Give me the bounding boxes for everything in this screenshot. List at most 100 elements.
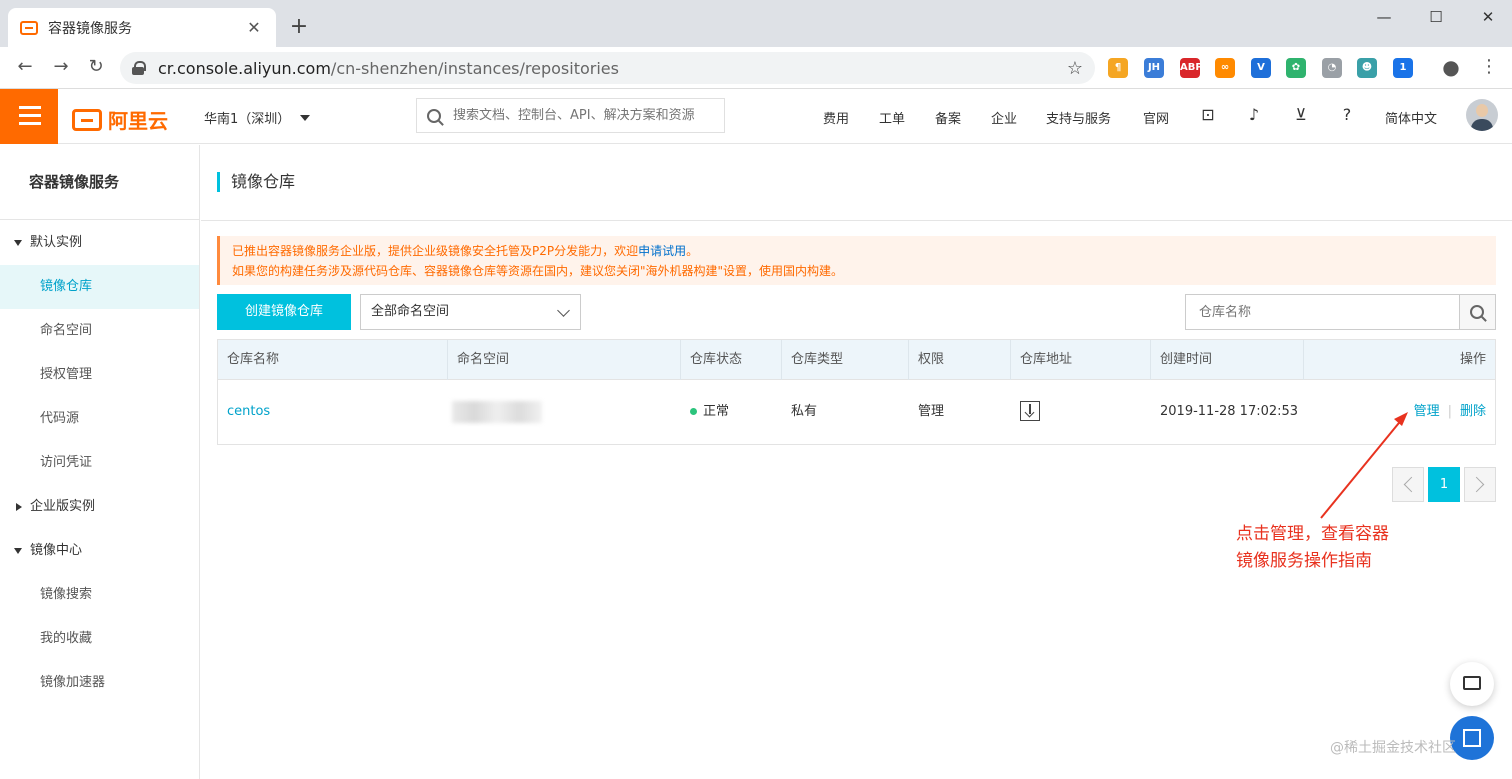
avatar[interactable]: [1466, 99, 1498, 131]
column-header-name: 仓库名称: [218, 340, 448, 380]
back-arrow-icon[interactable]: ←: [14, 56, 36, 78]
nav-link-enterprise[interactable]: 企业: [991, 108, 1017, 127]
apply-trial-link[interactable]: 申请试用: [638, 244, 686, 258]
status-cell: 正常: [681, 380, 729, 444]
sidebar-item-access-credential[interactable]: 访问凭证: [0, 441, 199, 485]
infinity-extension-icon[interactable]: ∞: [1215, 58, 1235, 78]
chevron-down-icon: [557, 304, 570, 317]
sidebar-group-default-instance[interactable]: 默认实例: [0, 221, 199, 265]
sidebar-item-authorization[interactable]: 授权管理: [0, 353, 199, 397]
page-number-current[interactable]: 1: [1428, 467, 1460, 502]
repository-search-input[interactable]: [1185, 294, 1460, 330]
hamburger-menu-icon[interactable]: [0, 89, 58, 144]
browser-toolbar: ← → ↻ cr.console.aliyun.com/cn-shenzhen/…: [0, 47, 1512, 89]
repository-name-link[interactable]: centos: [218, 380, 270, 444]
browser-menu-icon[interactable]: ⋮: [1478, 56, 1500, 78]
aliyun-favicon-icon: [20, 20, 38, 35]
cart-icon[interactable]: ⊻: [1291, 105, 1311, 125]
sidebar-item-repositories[interactable]: 镜像仓库: [0, 265, 199, 309]
paragraph-extension-icon[interactable]: ¶: [1108, 58, 1128, 78]
download-icon[interactable]: [1020, 401, 1040, 421]
nav-link-icp[interactable]: 备案: [935, 108, 961, 127]
search-icon: [1470, 305, 1484, 319]
repository-table: 仓库名称 命名空间 仓库状态 仓库类型 权限 仓库地址 创建时间 操作 cent…: [217, 339, 1496, 445]
sidebar: 容器镜像服务 默认实例 镜像仓库 命名空间 授权管理 代码源 访问凭证 企业版实…: [0, 145, 200, 779]
page-header: 镜像仓库: [201, 145, 1512, 221]
v-extension-icon[interactable]: V: [1251, 58, 1271, 78]
annotation-text: 点击管理，查看容器 镜像服务操作指南: [1236, 524, 1389, 571]
bell-icon[interactable]: ♪: [1244, 105, 1264, 125]
delete-link[interactable]: 删除: [1460, 404, 1486, 419]
sidebar-group-enterprise-instance[interactable]: 企业版实例: [0, 485, 199, 529]
column-header-permission: 权限: [909, 340, 1011, 380]
column-header-status: 仓库状态: [681, 340, 782, 380]
new-tab-button[interactable]: +: [289, 14, 309, 40]
tab-title: 容器镜像服务: [48, 20, 132, 37]
prev-page-button[interactable]: [1392, 467, 1424, 502]
close-window-button[interactable]: ✕: [1473, 8, 1503, 26]
status-dot-icon: [690, 408, 697, 415]
sidebar-item-namespaces[interactable]: 命名空间: [0, 309, 199, 353]
created-time-cell: 2019-11-28 17:02:53: [1160, 404, 1299, 419]
namespace-select[interactable]: 全部命名空间: [360, 294, 581, 330]
sidebar-item-accelerator[interactable]: 镜像加速器: [0, 661, 199, 705]
green-extension-icon[interactable]: ✿: [1286, 58, 1306, 78]
feedback-chat-button[interactable]: [1450, 662, 1494, 706]
lock-icon: [132, 61, 146, 75]
table-header: 仓库名称 命名空间 仓库状态 仓库类型 权限 仓库地址 创建时间 操作: [218, 340, 1495, 380]
column-header-address: 仓库地址: [1011, 340, 1151, 380]
namespace-redacted: [452, 401, 542, 423]
repository-search-button[interactable]: [1460, 294, 1496, 330]
address-bar[interactable]: cr.console.aliyun.com/cn-shenzhen/instan…: [120, 52, 1095, 84]
column-header-type: 仓库类型: [782, 340, 909, 380]
notice-line-2: 如果您的构建任务涉及源代码仓库、容器镜像仓库等资源在国内，建议您关闭"海外机器构…: [232, 264, 844, 278]
terminal-icon[interactable]: ⊡: [1198, 105, 1218, 125]
bookmark-star-icon[interactable]: ☆: [1067, 58, 1083, 79]
next-page-button[interactable]: [1464, 467, 1496, 502]
owl-extension-icon[interactable]: ☻: [1357, 58, 1377, 78]
title-accent-bar: [217, 172, 220, 192]
action-separator: |: [1447, 404, 1452, 419]
manage-link[interactable]: 管理: [1414, 404, 1440, 419]
browser-tab[interactable]: 容器镜像服务 ✕: [8, 8, 276, 47]
chevron-left-icon: [1403, 476, 1420, 493]
create-repository-button[interactable]: 创建镜像仓库: [217, 294, 351, 330]
nav-link-billing[interactable]: 费用: [823, 108, 849, 127]
language-switch[interactable]: 简体中文: [1385, 108, 1437, 127]
console-header: 阿里云 华南1（深圳） 费用 工单 备案 企业 支持与服务 官网 ⊡ ♪ ⊻ ?…: [0, 89, 1512, 144]
speed-extension-icon[interactable]: ◔: [1322, 58, 1342, 78]
minimize-button[interactable]: —: [1369, 8, 1399, 26]
namespace-select-value: 全部命名空间: [371, 304, 450, 319]
sidebar-item-favorites[interactable]: 我的收藏: [0, 617, 199, 661]
caret-down-icon: [300, 114, 311, 121]
global-search-input[interactable]: [453, 108, 713, 123]
sidebar-group-image-center[interactable]: 镜像中心: [0, 529, 199, 573]
sidebar-item-code-source[interactable]: 代码源: [0, 397, 199, 441]
nav-link-official-site[interactable]: 官网: [1143, 108, 1169, 127]
region-selector[interactable]: 华南1（深圳）: [204, 108, 311, 127]
help-icon[interactable]: ?: [1337, 105, 1357, 125]
global-search[interactable]: [416, 98, 725, 133]
logo-text: 阿里云: [108, 109, 168, 133]
forward-arrow-icon[interactable]: →: [50, 56, 72, 78]
nav-link-support[interactable]: 支持与服务: [1046, 108, 1111, 127]
url-text: cr.console.aliyun.com/cn-shenzhen/instan…: [158, 58, 619, 78]
profile-icon[interactable]: ●: [1440, 56, 1462, 78]
type-cell: 私有: [791, 404, 818, 419]
abp-extension-icon[interactable]: ABP: [1180, 58, 1203, 78]
jh-extension-icon[interactable]: JH: [1144, 58, 1164, 78]
nav-link-ticket[interactable]: 工单: [879, 108, 905, 127]
aliyun-logo[interactable]: 阿里云: [72, 105, 168, 134]
region-label: 华南1（深圳）: [204, 112, 291, 127]
reload-icon[interactable]: ↻: [85, 56, 107, 78]
maximize-button[interactable]: ☐: [1421, 8, 1451, 26]
permission-cell: 管理: [918, 404, 945, 419]
browser-tab-strip: 容器镜像服务 ✕ + — ☐ ✕: [0, 0, 1512, 47]
notice-line-1: 已推出容器镜像服务企业版，提供企业级镜像安全托管及P2P分发能力，欢迎申请试用。: [232, 244, 699, 258]
service-menu-button[interactable]: [1450, 716, 1494, 760]
tab-close-icon[interactable]: ✕: [244, 18, 264, 37]
badge-extension-icon[interactable]: 1: [1393, 58, 1413, 78]
sidebar-item-image-search[interactable]: 镜像搜索: [0, 573, 199, 617]
actions-cell: 管理 | 删除: [1304, 380, 1495, 444]
chat-icon: [1463, 676, 1481, 690]
